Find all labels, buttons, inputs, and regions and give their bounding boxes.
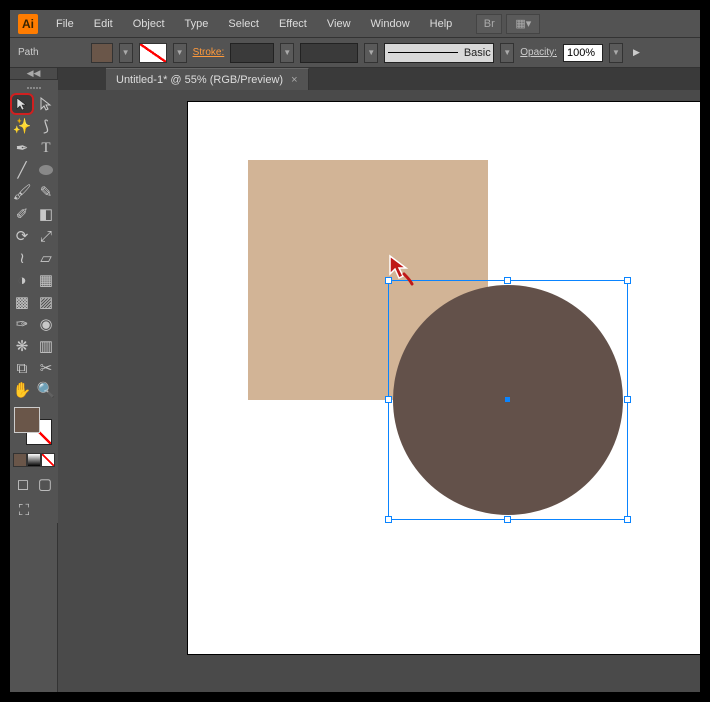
brush-definition[interactable]: Basic bbox=[384, 43, 494, 63]
blend-tool[interactable]: ◉ bbox=[34, 313, 58, 335]
canvas[interactable] bbox=[58, 90, 700, 692]
menu-object[interactable]: Object bbox=[125, 14, 173, 34]
magic-wand-tool[interactable]: ✨ bbox=[10, 115, 34, 137]
menubar: Ai File Edit Object Type Select Effect V… bbox=[10, 10, 700, 38]
menu-window[interactable]: Window bbox=[363, 14, 418, 34]
menu-file[interactable]: File bbox=[48, 14, 82, 34]
pencil-tool[interactable]: ✎ bbox=[34, 181, 58, 203]
fill-stroke-stack[interactable] bbox=[12, 405, 56, 449]
rotate-tool[interactable]: ⟳ bbox=[10, 225, 34, 247]
pen-tool[interactable]: ✒ bbox=[10, 137, 34, 159]
shape-builder-tool[interactable]: ◑ bbox=[10, 269, 34, 291]
type-tool[interactable]: T bbox=[34, 137, 58, 159]
eyedropper-tool[interactable]: ✑ bbox=[10, 313, 34, 335]
menu-view[interactable]: View bbox=[319, 14, 359, 34]
blob-brush-tool[interactable]: ✐ bbox=[10, 203, 34, 225]
toolbox: ✨ ⟆ ✒ T ╱ 🖌 ✎ ✐ ◧ bbox=[10, 80, 58, 523]
opacity-field[interactable]: 100% bbox=[563, 44, 603, 62]
lasso-tool[interactable]: ⟆ bbox=[34, 115, 58, 137]
menu-help[interactable]: Help bbox=[422, 14, 461, 34]
control-bar: Path ▼ ▼ Stroke: ▼ ▼ Basic ▼ Opacity: 10… bbox=[10, 38, 700, 68]
eraser-tool[interactable]: ◧ bbox=[34, 203, 58, 225]
mesh-tool[interactable]: ▩ bbox=[10, 291, 34, 313]
vwp-dropdown[interactable]: ▼ bbox=[364, 43, 378, 63]
resize-handle-br[interactable] bbox=[624, 516, 631, 523]
opacity-label[interactable]: Opacity: bbox=[520, 47, 557, 58]
left-dock: ◀◀ ✨ ⟆ ✒ T ╱ bbox=[10, 68, 58, 692]
gradient-tool[interactable]: ▨ bbox=[34, 291, 58, 313]
resize-handle-r[interactable] bbox=[624, 396, 631, 403]
resize-handle-t[interactable] bbox=[504, 277, 511, 284]
column-graph-tool[interactable]: ▥ bbox=[34, 335, 58, 357]
menu-type[interactable]: Type bbox=[177, 14, 217, 34]
stroke-swatch[interactable] bbox=[139, 43, 167, 63]
perspective-grid-tool[interactable]: ▦ bbox=[34, 269, 58, 291]
arrange-documents-button[interactable]: ▦▾ bbox=[506, 14, 540, 34]
document-tab[interactable]: Untitled-1* @ 55% (RGB/Preview) × bbox=[106, 68, 309, 90]
resize-handle-tr[interactable] bbox=[624, 277, 631, 284]
color-mode-solid[interactable] bbox=[13, 453, 27, 467]
color-mode-gradient[interactable] bbox=[27, 453, 41, 467]
scale-tool[interactable]: ⤢ bbox=[34, 225, 58, 247]
selection-center-icon bbox=[505, 397, 510, 402]
stroke-dropdown[interactable]: ▼ bbox=[173, 43, 187, 63]
stroke-label[interactable]: Stroke: bbox=[193, 47, 225, 58]
menu-effect[interactable]: Effect bbox=[271, 14, 315, 34]
stroke-weight-field[interactable] bbox=[230, 43, 274, 63]
document-area: Untitled-1* @ 55% (RGB/Preview) × bbox=[58, 68, 700, 692]
document-tab-label: Untitled-1* @ 55% (RGB/Preview) bbox=[116, 74, 283, 86]
selection-tool[interactable] bbox=[10, 93, 34, 115]
hand-tool[interactable]: ✋ bbox=[10, 379, 34, 401]
drawing-mode-normal[interactable]: ◻ bbox=[12, 473, 34, 495]
bridge-button[interactable]: Br bbox=[476, 14, 502, 34]
line-tool[interactable]: ╱ bbox=[10, 159, 34, 181]
width-tool[interactable]: ≀ bbox=[10, 247, 34, 269]
annotation-cursor-icon bbox=[386, 252, 416, 289]
free-transform-tool[interactable]: ▱ bbox=[34, 247, 58, 269]
document-tabbar: Untitled-1* @ 55% (RGB/Preview) × bbox=[58, 68, 700, 90]
opacity-dropdown[interactable]: ▼ bbox=[609, 43, 623, 63]
change-screen-mode[interactable]: ⛶ bbox=[12, 499, 36, 521]
symbol-sprayer-tool[interactable]: ❋ bbox=[10, 335, 34, 357]
fill-dropdown[interactable]: ▼ bbox=[119, 43, 133, 63]
collapse-panels-icon[interactable]: ◀◀ bbox=[10, 68, 57, 80]
resize-handle-b[interactable] bbox=[504, 516, 511, 523]
slice-tool[interactable]: ✂ bbox=[34, 357, 58, 379]
color-mode-none[interactable] bbox=[41, 453, 55, 467]
selection-type-label: Path bbox=[18, 47, 39, 58]
app-window: Ai File Edit Object Type Select Effect V… bbox=[10, 10, 700, 692]
screen-mode-button[interactable]: ▢ bbox=[34, 473, 56, 495]
brush-name: Basic bbox=[464, 47, 491, 59]
fill-color-chip[interactable] bbox=[14, 407, 40, 433]
more-options-icon[interactable]: ▶ bbox=[633, 47, 640, 58]
resize-handle-bl[interactable] bbox=[385, 516, 392, 523]
stroke-weight-dropdown[interactable]: ▼ bbox=[280, 43, 294, 63]
paintbrush-tool[interactable]: 🖌 bbox=[10, 181, 34, 203]
ellipse-tool[interactable] bbox=[34, 159, 58, 181]
selection-bounding-box[interactable] bbox=[388, 280, 628, 520]
toolbox-grip-icon[interactable] bbox=[10, 84, 58, 91]
menu-edit[interactable]: Edit bbox=[86, 14, 121, 34]
zoom-tool[interactable]: 🔍 bbox=[34, 379, 58, 401]
resize-handle-l[interactable] bbox=[385, 396, 392, 403]
close-tab-icon[interactable]: × bbox=[291, 74, 297, 86]
brush-dropdown[interactable]: ▼ bbox=[500, 43, 514, 63]
menu-select[interactable]: Select bbox=[220, 14, 267, 34]
fill-swatch[interactable] bbox=[91, 43, 113, 63]
direct-selection-tool[interactable] bbox=[34, 93, 58, 115]
artboard-tool[interactable]: ⧉ bbox=[10, 357, 34, 379]
app-logo-icon: Ai bbox=[18, 14, 38, 34]
variable-width-profile[interactable] bbox=[300, 43, 358, 63]
